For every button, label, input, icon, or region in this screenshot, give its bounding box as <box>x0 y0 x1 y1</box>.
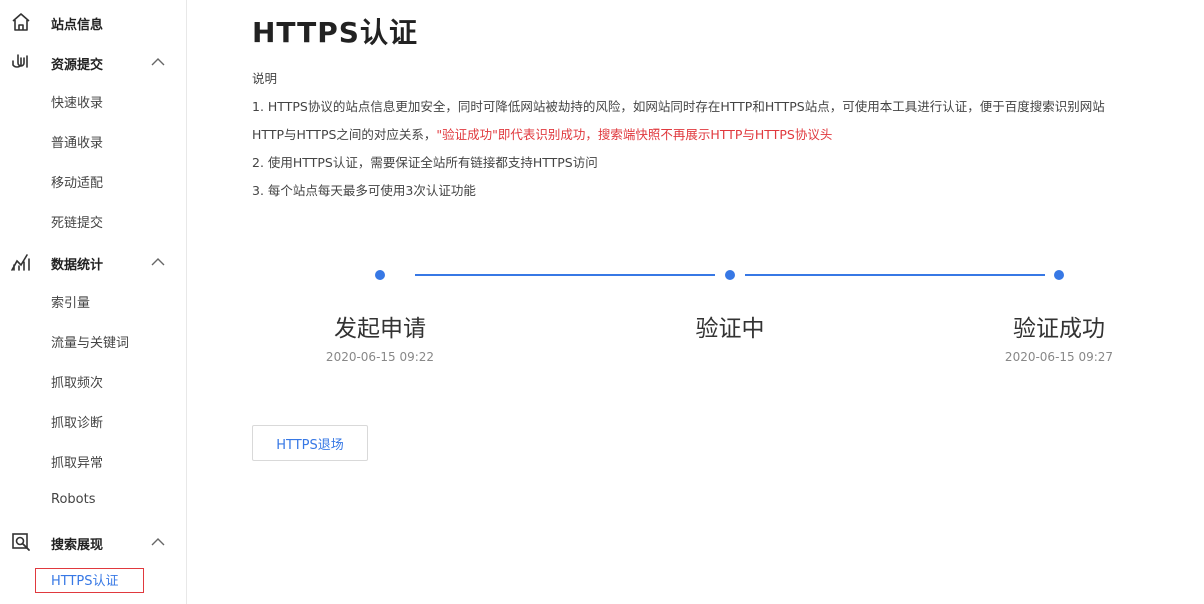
step-label-verifying: 验证中 <box>695 316 765 342</box>
chevron-up-icon[interactable] <box>150 536 166 548</box>
sidebar-section-label: 数据统计 <box>51 258 104 273</box>
step-connector <box>745 274 1045 276</box>
sidebar-section-label: 站点信息 <box>51 18 104 33</box>
sidebar-item-crawl-frequency[interactable]: 抓取频次 <box>51 372 103 391</box>
step-dot <box>375 270 385 280</box>
home-icon <box>10 11 32 33</box>
sidebar-item-index-volume[interactable]: 索引量 <box>51 292 90 311</box>
chart-icon <box>10 251 32 273</box>
link-icon <box>10 51 32 73</box>
step-time-apply: 2020-06-15 09:22 <box>325 350 435 364</box>
sidebar-section-stats[interactable]: 数据统计 <box>0 251 186 275</box>
step-dot <box>725 270 735 280</box>
step-time-success: 2020-06-15 09:27 <box>1004 350 1114 364</box>
sidebar: 站点信息 资源提交 快速收录 普通收录 移动适配 死链提交 数据统计 索引量 流… <box>0 0 187 604</box>
sidebar-item-dead-link[interactable]: 死链提交 <box>51 212 103 231</box>
sidebar-section-search[interactable]: 搜索展现 <box>0 531 186 555</box>
sidebar-item-robots[interactable]: Robots <box>51 492 95 507</box>
sidebar-section-label: 资源提交 <box>51 58 104 73</box>
step-label-success: 验证成功 <box>1013 316 1105 342</box>
sidebar-item-crawl-error[interactable]: 抓取异常 <box>51 452 103 471</box>
description-heading: 说明 <box>252 71 278 86</box>
search-display-icon <box>10 531 32 553</box>
description-line-3: 2. 使用HTTPS认证，需要保证全站所有链接都支持HTTPS访问 <box>252 155 598 170</box>
description-line-2: HTTP与HTTPS之间的对应关系，"验证成功"即代表识别成功，搜索端快照不再展… <box>252 124 832 143</box>
https-exit-button[interactable]: HTTPS退场 <box>252 425 368 461</box>
step-label-apply: 发起申请 <box>334 316 426 342</box>
sidebar-item-traffic-keywords[interactable]: 流量与关键词 <box>51 332 129 351</box>
sidebar-item-normal-index[interactable]: 普通收录 <box>51 132 103 151</box>
sidebar-section-resource[interactable]: 资源提交 <box>0 51 186 75</box>
step-dot <box>1054 270 1064 280</box>
description-line-1: 1. HTTPS协议的站点信息更加安全，同时可降低网站被劫持的风险，如网站同时存… <box>252 99 1105 114</box>
sidebar-item-mobile-adapt[interactable]: 移动适配 <box>51 172 103 191</box>
step-connector <box>415 274 715 276</box>
description-line-2-text: HTTP与HTTPS之间的对应关系， <box>252 127 437 142</box>
sidebar-item-crawl-diagnosis[interactable]: 抓取诊断 <box>51 412 103 431</box>
chevron-up-icon[interactable] <box>150 256 166 268</box>
chevron-up-icon[interactable] <box>150 56 166 68</box>
description-line-4: 3. 每个站点每天最多可使用3次认证功能 <box>252 183 476 198</box>
page-title: HTTPS认证 <box>252 16 418 49</box>
sidebar-item-https-auth[interactable]: HTTPS认证 <box>35 568 144 593</box>
sidebar-item-quick-index[interactable]: 快速收录 <box>51 92 103 111</box>
sidebar-section-site-info[interactable]: 站点信息 <box>0 11 186 35</box>
description-highlight: "验证成功"即代表识别成功，搜索端快照不再展示HTTP与HTTPS协议头 <box>436 127 833 142</box>
sidebar-section-label: 搜索展现 <box>51 538 104 553</box>
